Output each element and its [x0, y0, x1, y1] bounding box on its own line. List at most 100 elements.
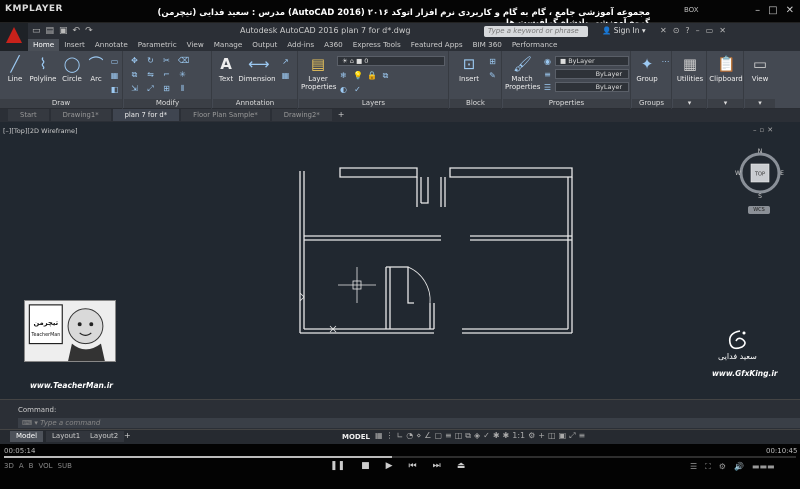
compass-north[interactable]: N — [758, 148, 763, 155]
close-icon[interactable]: ✕ — [786, 5, 794, 16]
line-tool[interactable]: ╱ Line — [4, 55, 26, 83]
hatch-icon[interactable]: ▦ — [110, 71, 119, 80]
settings-icon[interactable]: ⚙ — [528, 431, 535, 441]
leader-icon[interactable]: ↗ — [281, 57, 290, 66]
command-input[interactable]: ⌨ ▾ Type a command — [18, 418, 800, 428]
utilities-tool[interactable]: ▦ Utilities — [674, 55, 706, 83]
modify-panel-label[interactable]: Modify — [124, 99, 211, 108]
tab-add-ins[interactable]: Add-ins — [282, 39, 319, 51]
autocad-app-button[interactable] — [0, 23, 28, 51]
tab-insert[interactable]: Insert — [59, 39, 90, 51]
save-icon[interactable]: ▣ — [59, 26, 68, 36]
selection-cycling-icon[interactable]: ⧉ — [465, 431, 471, 441]
codec-badge[interactable]: BOX — [684, 6, 699, 14]
search-input[interactable]: Type a keyword or phrase — [484, 26, 588, 37]
explode-icon[interactable]: ✳ — [178, 70, 187, 79]
layer-current-icon[interactable]: ✓ — [353, 85, 362, 94]
scale-icon[interactable]: ⤢ — [146, 84, 155, 93]
transparency-icon[interactable]: ◫ — [455, 431, 463, 441]
volume-label[interactable]: VOL — [38, 462, 52, 470]
vp-close-icon[interactable]: ✕ — [767, 126, 776, 134]
playlist-icon[interactable]: ☰ — [690, 462, 697, 472]
layer-off-icon[interactable]: 💡 — [353, 71, 363, 80]
undo-icon[interactable]: ↶ — [73, 26, 81, 36]
layout-tab-layout2[interactable]: Layout2 — [84, 431, 125, 442]
ab-repeat-b[interactable]: B — [29, 462, 34, 470]
exchange-icon[interactable]: ✕ — [660, 26, 667, 35]
annotation-scale-icon[interactable]: ✱ — [503, 431, 510, 441]
doc-tab-start[interactable]: Start — [8, 109, 49, 121]
rectangle-icon[interactable]: ▭ — [110, 57, 119, 66]
layout-tab-model[interactable]: Model — [10, 431, 44, 442]
eject-icon[interactable]: ⏏ — [457, 461, 466, 471]
layer-dropdown[interactable]: ☀ ⌂ ■ 0 — [337, 56, 445, 66]
lineweight-toggle-icon[interactable]: ≡ — [445, 431, 452, 441]
array-icon[interactable]: ⊞ — [162, 84, 171, 93]
compass-south[interactable]: S — [758, 193, 762, 198]
osnap-tracking-icon[interactable]: ∠ — [424, 431, 431, 441]
fullscreen-icon[interactable]: ⛶ — [705, 462, 711, 472]
layer-properties-tool[interactable]: ▤ Layer Properties — [301, 55, 336, 91]
rotate-icon[interactable]: ↻ — [146, 56, 155, 65]
doc-tab-plan7[interactable]: plan 7 for d* — [112, 109, 180, 121]
customize-icon[interactable]: ≡ — [579, 431, 586, 441]
properties-panel-label[interactable]: Properties — [503, 99, 630, 108]
tab-a360[interactable]: A360 — [319, 39, 348, 51]
polyline-tool[interactable]: ⌇ Polyline — [28, 55, 58, 83]
view-panel-label[interactable]: ▾ — [745, 99, 775, 108]
viewport-controls-label[interactable]: [–][Top][2D Wireframe] — [3, 127, 78, 135]
view-tool[interactable]: ▭ View — [747, 55, 773, 83]
tab-home[interactable]: Home — [28, 39, 60, 51]
model-space-button[interactable]: MODEL — [342, 433, 370, 441]
tab-output[interactable]: Output — [247, 39, 282, 51]
compass-east[interactable]: E — [780, 170, 784, 177]
doc-tab-drawing1[interactable]: Drawing1* — [50, 109, 111, 121]
circle-tool[interactable]: ◯ Circle — [60, 55, 84, 83]
insert-tool[interactable]: ⊡ Insert — [454, 55, 484, 83]
maximize-icon[interactable]: □ — [768, 5, 777, 16]
ac-restore-icon[interactable]: ▭ — [706, 26, 714, 35]
erase-icon[interactable]: ⌫ — [178, 56, 189, 65]
tab-performance[interactable]: Performance — [507, 39, 563, 51]
tab-parametric[interactable]: Parametric — [133, 39, 182, 51]
doc-tab-drawing2[interactable]: Drawing2* — [271, 109, 332, 121]
clipboard-panel-label[interactable]: ▾ — [708, 99, 743, 108]
annotation-panel-label[interactable]: Annotation — [213, 99, 297, 108]
3d-osnap-icon[interactable]: ◈ — [474, 431, 480, 441]
hardware-accel-icon[interactable]: ▣ — [559, 431, 567, 441]
dynamic-ucs-icon[interactable]: ✓ — [483, 431, 490, 441]
block-panel-label[interactable]: Block — [450, 99, 501, 108]
layers-panel-label[interactable]: Layers — [299, 99, 448, 108]
trim-icon[interactable]: ✂ — [162, 56, 171, 65]
tab-express-tools[interactable]: Express Tools — [348, 39, 406, 51]
create-block-icon[interactable]: ⊞ — [488, 57, 497, 66]
table-icon[interactable]: ▦ — [281, 71, 290, 80]
group-tool[interactable]: ✦ Group — [634, 55, 660, 83]
play-icon[interactable]: ▶ — [386, 461, 393, 471]
color-dropdown[interactable]: ■ ByLayer — [555, 56, 629, 66]
layout-tab-layout1[interactable]: Layout1 — [46, 431, 87, 442]
kmplayer-logo[interactable]: KMPLAYER — [5, 4, 63, 14]
help-icon[interactable]: ? — [685, 26, 689, 35]
mirror-icon[interactable]: ⇋ — [146, 70, 155, 79]
edit-block-icon[interactable]: ✎ — [488, 71, 497, 80]
fillet-icon[interactable]: ⌐ — [162, 70, 171, 79]
arc-tool[interactable]: ⌒ Arc — [86, 55, 106, 83]
pause-icon[interactable]: ❚❚ — [330, 461, 345, 471]
add-layout-icon[interactable]: + — [124, 431, 131, 440]
stretch-icon[interactable]: ⇲ — [130, 84, 139, 93]
wcs-menu[interactable]: WCS — [748, 206, 770, 214]
dimension-tool[interactable]: ⟷ Dimension — [237, 55, 277, 83]
viewcube[interactable]: TOP N S E W — [735, 148, 785, 198]
next-icon[interactable]: ⏭ — [433, 461, 441, 471]
layer-match-icon[interactable]: ⧉ — [381, 71, 390, 80]
linetype-dropdown[interactable]: ByLayer — [555, 82, 629, 92]
move-icon[interactable]: ✥ — [130, 56, 139, 65]
tab-bim-360[interactable]: BIM 360 — [468, 39, 507, 51]
polar-icon[interactable]: ◔ — [406, 431, 413, 441]
ab-repeat-a[interactable]: A — [19, 462, 24, 470]
offset-icon[interactable]: ⫴ — [178, 84, 187, 93]
speaker-icon[interactable]: 🔊 — [734, 462, 744, 472]
open-icon[interactable]: ▤ — [46, 26, 55, 36]
compass-west[interactable]: W — [735, 170, 741, 177]
